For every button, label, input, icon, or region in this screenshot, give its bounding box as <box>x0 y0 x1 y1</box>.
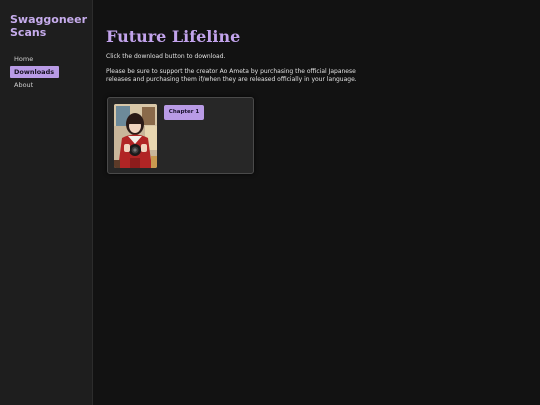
app: Swaggoneer Scans Home Downloads About Fu… <box>0 0 540 405</box>
sidebar-item-about[interactable]: About <box>10 79 59 91</box>
intro-text: Click the download button to download. <box>106 53 226 60</box>
sidebar-item-downloads[interactable]: Downloads <box>10 66 59 78</box>
page-title: Future Lifeline <box>106 27 241 46</box>
chapter-1-download-button[interactable]: Chapter 1 <box>164 105 204 120</box>
sidebar-item-home[interactable]: Home <box>10 53 59 65</box>
cover-image <box>114 104 157 168</box>
sidebar: Swaggoneer Scans Home Downloads About <box>0 0 93 405</box>
sidebar-nav: Home Downloads About <box>10 53 59 92</box>
release-card: Chapter 1 <box>107 97 254 174</box>
support-notice: Please be sure to support the creator Ao… <box>106 68 357 83</box>
main-content: Future Lifeline Click the download butto… <box>93 0 540 405</box>
site-title[interactable]: Swaggoneer Scans <box>10 13 88 39</box>
